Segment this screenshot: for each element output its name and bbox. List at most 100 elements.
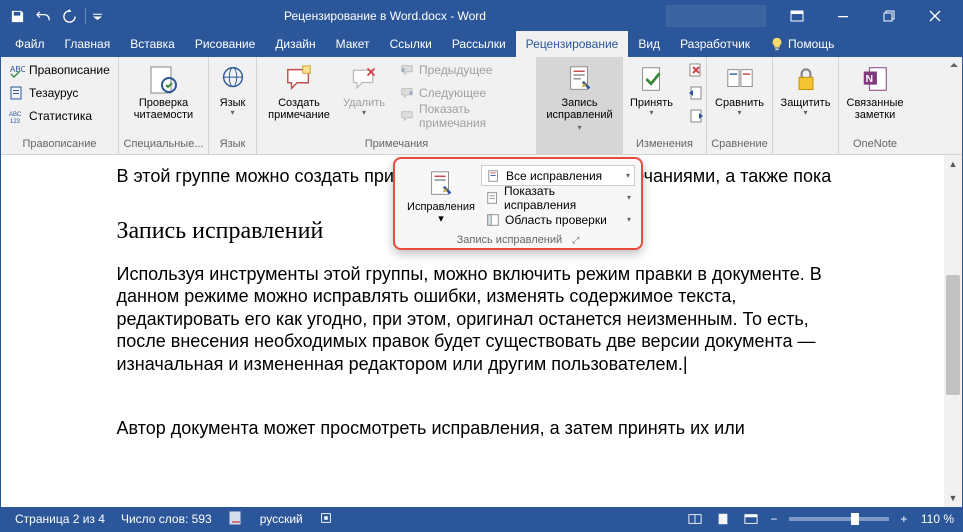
tab-mailings[interactable]: Рассылки (442, 31, 516, 57)
track-changes-icon (562, 61, 598, 97)
tab-developer[interactable]: Разработчик (670, 31, 760, 57)
spelling-button[interactable]: ABC Правописание (5, 59, 114, 81)
tab-references[interactable]: Ссылки (380, 31, 442, 57)
reviewing-pane-button[interactable]: Область проверки ▾ (481, 209, 635, 230)
word-count-button[interactable]: ABC123 Статистика (5, 105, 114, 127)
show-markup-label: Показать исправления (504, 184, 623, 212)
protect-icon (788, 61, 824, 97)
zoom-in-button[interactable]: + (895, 512, 913, 526)
tab-view[interactable]: Вид (628, 31, 670, 57)
tab-file[interactable]: Файл (5, 31, 55, 57)
scroll-up-button[interactable]: ▲ (944, 155, 962, 173)
chevron-down-icon: ▾ (737, 109, 741, 118)
reject-button[interactable] (684, 59, 708, 81)
minimize-button[interactable] (820, 1, 866, 31)
chevron-down-icon: ▾ (803, 109, 807, 118)
language-status[interactable]: русский (252, 512, 311, 526)
zoom-level[interactable]: 110 % (913, 512, 956, 526)
new-comment-label-1: Создать (278, 97, 320, 109)
account-area[interactable] (666, 5, 766, 27)
ribbon-options-icon (790, 9, 804, 23)
qat-customize-button[interactable] (90, 4, 104, 28)
thesaurus-button[interactable]: Тезаурус (5, 82, 114, 104)
tell-me-button[interactable]: Помощь (760, 31, 844, 57)
thesaurus-icon (9, 85, 25, 101)
chevron-down-icon (93, 12, 102, 21)
next-change-button[interactable] (684, 105, 708, 127)
display-for-review-label: Все исправления (506, 169, 602, 183)
collapse-ribbon-button[interactable] (948, 59, 960, 74)
tab-home[interactable]: Главная (55, 31, 121, 57)
protect-button[interactable]: Защитить ▾ (776, 59, 836, 120)
save-icon (10, 9, 25, 24)
redo-button[interactable] (57, 4, 81, 28)
accessibility-label-1: Проверка (139, 97, 188, 109)
dialog-launcher-button[interactable]: ⤢ (572, 235, 579, 246)
next-change-icon (688, 108, 704, 124)
accessibility-label-2: читаемости (134, 109, 193, 121)
tab-draw[interactable]: Рисование (185, 31, 265, 57)
document-paragraph[interactable]: Используя инструменты этой группы, можно… (117, 263, 847, 376)
accessibility-icon (145, 61, 181, 97)
next-comment-label: Следующее (419, 86, 486, 100)
language-icon (215, 61, 251, 97)
macro-status[interactable] (311, 511, 341, 528)
language-button[interactable]: Язык ▾ (213, 59, 253, 120)
web-layout-button[interactable] (737, 507, 765, 531)
reviewing-pane-label: Область проверки (505, 213, 607, 227)
linked-notes-label-1: Связанные (847, 97, 904, 109)
language-group-label: Язык (213, 138, 252, 154)
protect-group-label (777, 138, 834, 154)
callout-track-changes-label: Исправления (407, 201, 475, 213)
previous-change-button[interactable] (684, 82, 708, 104)
maximize-button[interactable] (866, 1, 912, 31)
track-changes-label-2: исправлений (546, 109, 612, 121)
page-number-status[interactable]: Страница 2 из 4 (7, 512, 113, 526)
new-comment-label-2: примечание (268, 109, 330, 121)
linked-notes-button[interactable]: N Связанные заметки (843, 59, 907, 123)
minimize-icon (837, 10, 849, 22)
document-paragraph[interactable]: Автор документа может просмотреть исправ… (117, 417, 847, 440)
check-accessibility-button[interactable]: Проверка читаемости (128, 59, 199, 123)
accept-button[interactable]: Принять ▾ (622, 59, 682, 120)
comments-group-label: Примечания (261, 138, 532, 154)
onenote-icon: N (857, 61, 893, 97)
scroll-thumb[interactable] (946, 275, 960, 395)
track-changes-label-1: Запись (561, 97, 597, 109)
qat-separator (85, 8, 86, 24)
new-comment-icon (281, 61, 317, 97)
read-mode-button[interactable] (681, 507, 709, 531)
print-layout-button[interactable] (709, 507, 737, 531)
zoom-out-button[interactable]: − (765, 512, 783, 526)
ribbon-display-options-button[interactable] (774, 1, 820, 31)
word-count-status[interactable]: Число слов: 593 (113, 512, 220, 526)
undo-icon (36, 9, 51, 24)
spellcheck-status[interactable] (220, 510, 252, 529)
compare-icon (722, 61, 758, 97)
svg-text:123: 123 (10, 119, 21, 124)
tab-review[interactable]: Рецензирование (516, 31, 629, 57)
compare-button[interactable]: Сравнить ▾ (710, 59, 770, 120)
spelling-label: Правописание (29, 63, 110, 77)
changes-group-label: Изменения (627, 138, 702, 154)
tab-insert[interactable]: Вставка (120, 31, 185, 57)
track-changes-button[interactable]: Запись исправлений ▾ (541, 59, 618, 135)
previous-comment-label: Предыдущее (419, 63, 492, 77)
close-button[interactable] (912, 1, 958, 31)
redo-icon (62, 9, 77, 24)
tab-design[interactable]: Дизайн (265, 31, 325, 57)
scroll-down-button[interactable]: ▼ (944, 489, 962, 507)
show-markup-icon (485, 190, 500, 206)
new-comment-button[interactable]: Создать примечание (261, 59, 337, 123)
chevron-down-icon: ▾ (626, 171, 630, 180)
vertical-scrollbar[interactable]: ▲ ▼ (944, 155, 962, 507)
undo-button[interactable] (31, 4, 55, 28)
tab-layout[interactable]: Макет (326, 31, 380, 57)
document-area[interactable]: В этой группе можно создать примечание, … (1, 155, 962, 507)
compare-group-label: Сравнение (711, 138, 768, 154)
save-button[interactable] (5, 4, 29, 28)
callout-track-changes-button[interactable]: Исправления ▾ (401, 165, 481, 230)
statistics-icon: ABC123 (9, 108, 25, 124)
show-markup-button[interactable]: Показать исправления ▾ (481, 187, 635, 208)
zoom-slider[interactable] (789, 517, 889, 521)
